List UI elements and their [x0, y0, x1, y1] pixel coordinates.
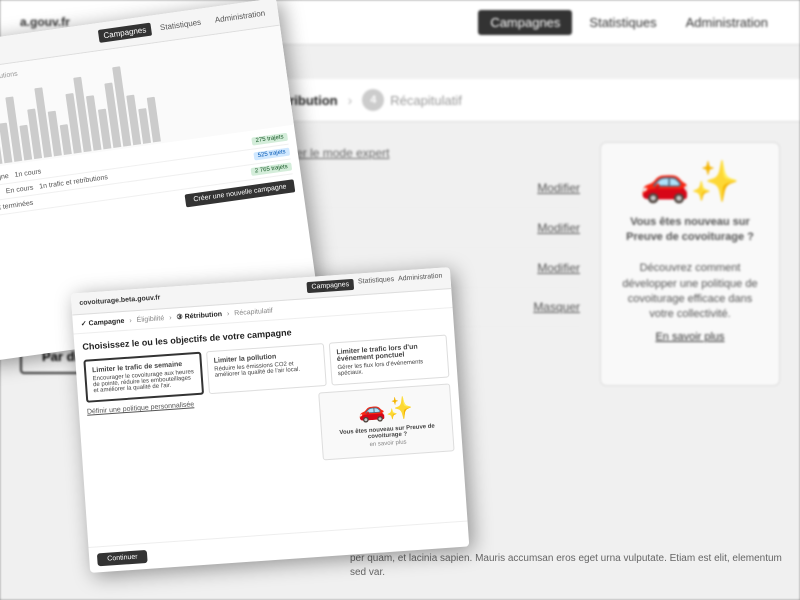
nav-campagnes[interactable]: Campagnes [478, 10, 572, 35]
step-4-label: Récapitulatif [390, 93, 462, 108]
p2-custom-link-area: Définir une politique personnalisée [87, 393, 319, 477]
p1-badge-2: 525 trajets [253, 148, 290, 161]
p1-badge-3: 2 765 trajets [250, 162, 292, 176]
p2-step-arrow-1: › [129, 317, 132, 324]
car-icon: 🚗✨ [616, 158, 764, 205]
p2-nav-admin[interactable]: Administration [398, 273, 443, 287]
row2-modifier[interactable]: Modifier [537, 221, 580, 235]
p1-nav-campagnes[interactable]: Campagnes [98, 23, 152, 43]
step-4[interactable]: 4 Récapitulatif [362, 89, 462, 111]
sidebar-text: Vous êtes nouveau sur Preuve de covoitur… [616, 215, 764, 323]
p2-car-card: 🚗✨ Vous êtes nouveau sur Preuve de covoi… [319, 383, 455, 460]
main-nav: Campagnes Statistiques Administration [478, 10, 780, 35]
p2-content: Choisissez le ou les objectifs de votre … [74, 308, 464, 485]
step-arrow-3: › [348, 92, 353, 108]
p2-step-arrow-2: › [169, 314, 172, 321]
row1-modifier[interactable]: Modifier [537, 181, 580, 195]
p2-nav-campagnes[interactable]: Campagnes [306, 279, 354, 293]
p1-row2-value: En cours [5, 184, 33, 195]
sidebar-body: Découvrez comment développer une politiq… [622, 262, 757, 320]
p2-step-eligibilite: Éligibilité [136, 315, 164, 324]
p2-option-2[interactable]: Limiter la pollution Réduire les émissio… [206, 343, 327, 394]
p2-option-3[interactable]: Limiter le trafic lors d'un événement po… [329, 334, 450, 385]
p2-option-1[interactable]: Limiter le trafic de semaine Encourager … [83, 352, 204, 403]
overlay-page-objectives: covoiturage.beta.gouv.fr Campagnes Stati… [71, 267, 470, 573]
row4-masquer[interactable]: Masquer [533, 300, 580, 314]
lorem-text: per quam, et lacinia sapien. Mauris accu… [350, 552, 790, 580]
nav-administration[interactable]: Administration [674, 10, 780, 35]
nav-statistiques[interactable]: Statistiques [577, 10, 668, 35]
sidebar-title: Vous êtes nouveau sur Preuve de covoitur… [626, 216, 754, 243]
p2-step-arrow-3: › [227, 310, 230, 317]
sidebar-card: 🚗✨ Vous êtes nouveau sur Preuve de covoi… [600, 142, 780, 386]
p1-nav-stats[interactable]: Statistiques [154, 15, 207, 35]
step-4-num: 4 [362, 89, 384, 111]
row3-modifier[interactable]: Modifier [537, 261, 580, 275]
p1-badge-1: 275 trajets [251, 133, 288, 146]
p1-row1-value: 1n cours [14, 168, 42, 179]
p2-logo: covoiturage.beta.gouv.fr [79, 294, 160, 307]
p2-continue-btn[interactable]: Continuer [97, 550, 148, 566]
p2-step-recapitulatif: Récapitulatif [234, 307, 273, 317]
p2-car-icon: 🚗✨ [328, 393, 443, 427]
p2-step-retribution: ③ Rétribution [176, 310, 222, 321]
p2-nav-stats[interactable]: Statistiques [358, 276, 395, 289]
sidebar-link[interactable]: En savoir plus [616, 331, 764, 343]
p1-nav-admin[interactable]: Administration [209, 6, 271, 27]
p2-step-campagne: ✓ Campagne [81, 317, 125, 328]
